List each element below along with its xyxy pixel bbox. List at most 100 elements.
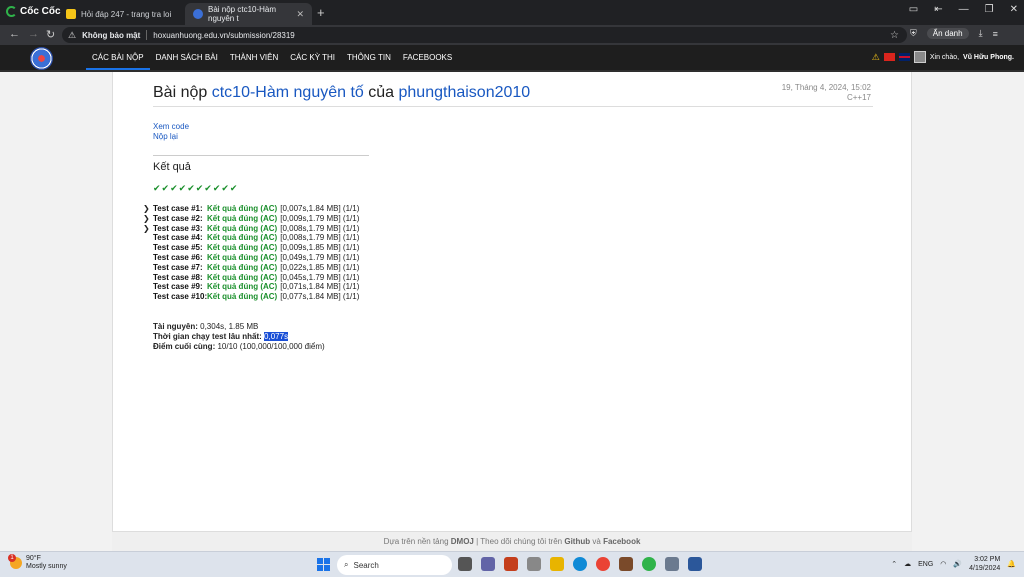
coccoc-logo-icon — [6, 6, 17, 17]
test-case-label: Test case #4: — [153, 233, 203, 243]
tab-search-icon[interactable]: ▭ — [909, 4, 918, 15]
menu-icon[interactable]: ≡ — [993, 29, 998, 39]
word-icon[interactable] — [688, 557, 702, 571]
menu-item-problems[interactable]: DANH SÁCH BÀI — [150, 45, 224, 70]
test-case-detail: [0,009s,1.79 MB] (1/1) — [280, 213, 360, 223]
powerpoint-icon[interactable] — [504, 557, 518, 571]
edge-icon[interactable] — [573, 557, 587, 571]
tab-hoidap[interactable]: Hỏi đáp 247 - trang tra loi — [58, 3, 183, 25]
new-tab-icon[interactable]: + — [317, 5, 325, 20]
close-window-icon[interactable]: ✕ — [1010, 4, 1018, 15]
check-icon: ✔ — [170, 183, 178, 193]
minecraft-icon[interactable] — [619, 557, 633, 571]
browser-brand[interactable]: Cốc Cốc — [6, 6, 61, 17]
test-case-label: Test case #3: — [153, 223, 203, 233]
divider — [153, 155, 369, 156]
start-button-icon[interactable] — [317, 558, 330, 571]
settings-icon[interactable] — [665, 557, 679, 571]
avatar[interactable] — [913, 51, 926, 63]
test-case-status: Kết quả đúng (AC) — [207, 204, 278, 213]
test-case-row[interactable]: ❯ Test case #3: Kết quả đúng (AC) [0,008s,1… — [143, 224, 359, 234]
problem-link[interactable]: ctc10-Hàm nguyên tố — [212, 84, 364, 101]
resources-label: Tài nguyên: — [153, 322, 198, 331]
chevron-right-icon[interactable]: ❯ — [143, 204, 153, 214]
back-forward-cache-icon[interactable]: ⇤ — [934, 4, 942, 15]
username[interactable]: Vũ Hữu Phong. — [963, 54, 1014, 61]
bookmark-star-icon[interactable]: ☆ — [890, 30, 899, 41]
search-placeholder: Search — [353, 560, 379, 570]
chevron-up-icon[interactable]: ⌃ — [891, 560, 897, 568]
uk-flag-icon[interactable] — [898, 53, 910, 61]
teams-icon[interactable] — [481, 557, 495, 571]
phone-icon[interactable] — [527, 557, 541, 571]
forward-icon[interactable]: → — [28, 28, 39, 40]
menu-item-contests[interactable]: CÁC KỲ THI — [284, 45, 341, 70]
chevron-right-icon[interactable]: ❯ — [143, 224, 153, 234]
vietnam-flag-icon[interactable] — [883, 53, 895, 61]
weather-widget[interactable]: 1 90°F Mostly sunny — [8, 554, 67, 571]
maximize-icon[interactable]: ❐ — [985, 4, 994, 15]
volume-icon[interactable]: 🔊 — [953, 560, 962, 568]
coccoc-taskbar-icon[interactable] — [642, 557, 656, 571]
notification-bell-icon[interactable]: 🔔 — [1007, 560, 1016, 568]
clock[interactable]: 3:02 PM 4/19/2024 — [969, 555, 1000, 573]
resources-row: Tài nguyên: 0,304s, 1.85 MB — [153, 322, 325, 332]
menu-item-submissions[interactable]: CÁC BÀI NỘP — [86, 45, 150, 70]
user-link[interactable]: phungthaison2010 — [399, 84, 531, 101]
main-menu: CÁC BÀI NỘP DANH SÁCH BÀI THÀNH VIÊN CÁC… — [86, 45, 458, 70]
url-field[interactable]: ⚠ Không bảo mật hoxuanhuong.edu.vn/submi… — [62, 27, 907, 43]
system-tray: ⌃ ☁ ENG ◠ 🔊 3:02 PM 4/19/2024 🔔 — [891, 555, 1016, 573]
incognito-button[interactable]: Ẩn danh — [926, 28, 969, 39]
check-icon: ✔ — [187, 183, 195, 193]
tab-submission[interactable]: Bài nộp ctc10-Hàm nguyên t ✕ — [185, 3, 312, 25]
dmoj-link[interactable]: DMOJ — [451, 537, 474, 546]
browser-toolbar-right: ⛨ Ẩn danh ⤓ ≡ — [910, 28, 998, 39]
test-case-detail: [0,049s,1.79 MB] (1/1) — [280, 252, 360, 262]
github-link[interactable]: Github — [564, 537, 590, 546]
taskbar-search[interactable]: ⌕ Search — [337, 555, 452, 575]
security-label: Không bảo mật — [82, 30, 141, 40]
facebook-link[interactable]: Facebook — [603, 537, 640, 546]
test-case-detail: [0,071s,1.84 MB] (1/1) — [280, 282, 360, 292]
alert-icon[interactable]: ⚠ — [872, 52, 880, 63]
browser-brand-label: Cốc Cốc — [20, 6, 61, 17]
test-case-row[interactable]: ❯ Test case #2: Kết quả đúng (AC) [0,009s,1… — [143, 214, 359, 224]
test-case-status: Kết quả đúng (AC) — [207, 292, 278, 302]
close-tab-icon[interactable]: ✕ — [296, 9, 304, 20]
result-heading: Kết quả — [153, 161, 191, 173]
back-icon[interactable]: ← — [9, 28, 20, 40]
tab-title: Bài nộp ctc10-Hàm nguyên t — [208, 5, 277, 23]
test-case-row[interactable]: ❯ Test case #1: Kết quả đúng (AC) [0,007s,1… — [143, 204, 359, 214]
chevron-right-icon[interactable]: ❯ — [143, 214, 153, 224]
download-icon[interactable]: ⤓ — [979, 28, 983, 39]
menu-item-facebooks[interactable]: FACEBOOKS — [397, 45, 458, 70]
divider — [153, 106, 873, 107]
site-navbar: CÁC BÀI NỘP DANH SÁCH BÀI THÀNH VIÊN CÁC… — [0, 45, 1024, 72]
minimize-icon[interactable]: — — [959, 4, 969, 15]
page-background: Bài nộp ctc10-Hàm nguyên tố của phungtha… — [0, 72, 1024, 551]
time: 3:02 PM — [974, 556, 1001, 563]
check-icon: ✔ — [221, 183, 229, 193]
extension-icon[interactable]: ⛨ — [910, 28, 917, 39]
language-indicator[interactable]: ENG — [918, 561, 933, 568]
test-case-label: Test case #9: — [153, 282, 203, 292]
site-logo[interactable] — [30, 47, 53, 70]
resubmit-link[interactable]: Nộp lại — [153, 132, 189, 142]
test-case-status: Kết quả đúng (AC) — [207, 223, 278, 233]
test-case-detail: [0,009s,1.85 MB] (1/1) — [280, 243, 360, 253]
reload-icon[interactable]: ↻ — [46, 28, 55, 41]
onedrive-icon[interactable]: ☁ — [904, 560, 911, 568]
chrome-icon[interactable] — [596, 557, 610, 571]
file-explorer-icon[interactable] — [550, 557, 564, 571]
menu-item-info[interactable]: THÔNG TIN — [341, 45, 397, 70]
divider — [146, 30, 148, 40]
task-view-icon[interactable] — [458, 557, 472, 571]
wifi-icon[interactable]: ◠ — [940, 560, 946, 568]
view-code-link[interactable]: Xem code — [153, 122, 189, 132]
menu-item-users[interactable]: THÀNH VIÊN — [224, 45, 284, 70]
footer-and: và — [592, 537, 601, 546]
